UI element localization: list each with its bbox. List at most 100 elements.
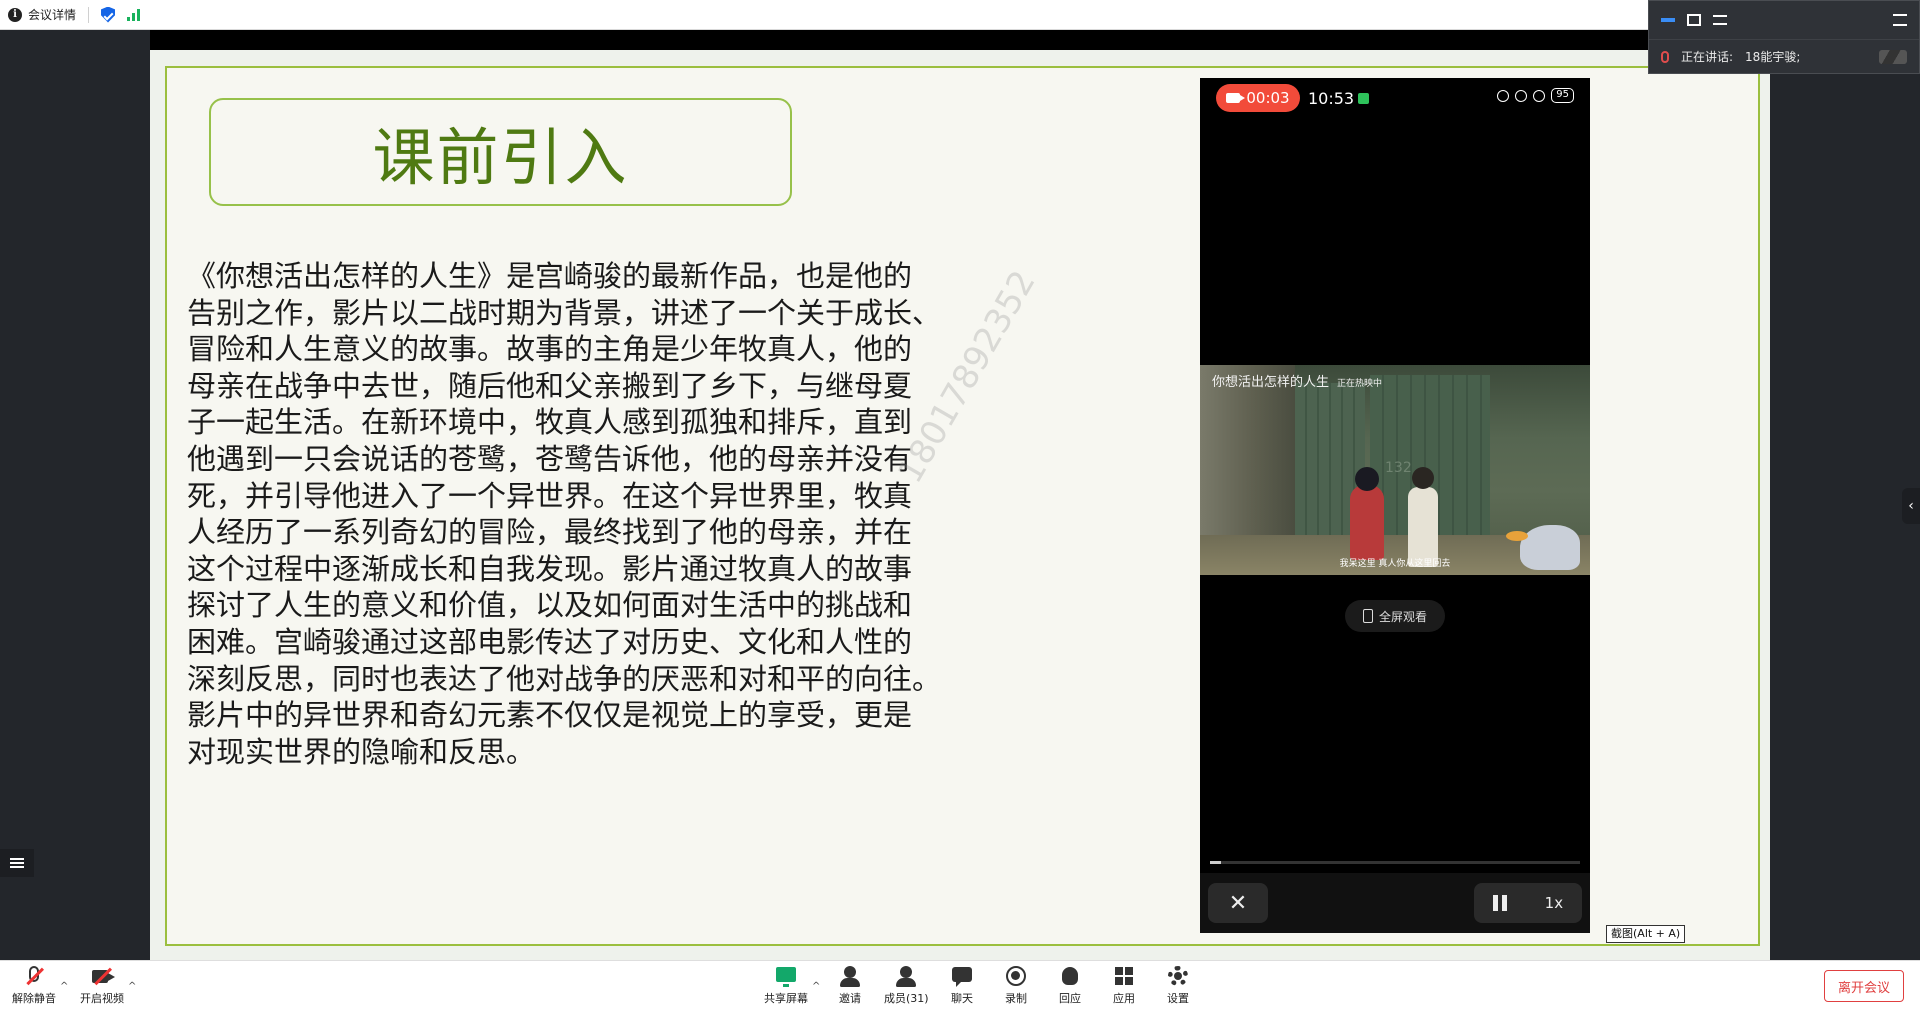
speaking-label: 正在讲话: [1681, 50, 1734, 64]
share-screen-button[interactable]: 共享屏幕 [764, 965, 808, 1006]
speaking-panel-header [1649, 1, 1919, 39]
close-icon: ✕ [1228, 890, 1248, 916]
members-button[interactable]: 成员(31) [884, 965, 929, 1006]
start-video-button[interactable]: 开启视频 [80, 965, 124, 1006]
invite-icon [838, 965, 862, 987]
slide-body-text: 《你想活出怎样的人生》是宫崎骏的最新作品，也是他的 告别之作，影片以二战时期为背… [187, 258, 987, 770]
slide-title: 课前引入 [372, 121, 629, 194]
leave-meeting-button[interactable]: 离开会议 [1824, 970, 1904, 1002]
record-label: 录制 [1005, 992, 1027, 1005]
window-icon[interactable] [1687, 14, 1701, 26]
react-label: 回应 [1059, 992, 1081, 1005]
share-screen-icon [774, 965, 798, 987]
movie-title: 你想活出怎样的人生 [1212, 375, 1330, 390]
video-progress-bar[interactable] [1210, 861, 1580, 864]
movie-subtitle: 我呆这里 真人你从这里回去 [1339, 559, 1451, 569]
phone-status-icons: 95 [1497, 88, 1574, 103]
chat-icon [950, 965, 974, 987]
chevron-left-icon: ‹ [1908, 498, 1914, 514]
slide-title-box: 课前引入 [209, 98, 792, 206]
share-label: 共享屏幕 [764, 992, 808, 1005]
fullscreen-label: 全屏观看 [1378, 609, 1427, 624]
record-icon [1004, 965, 1028, 987]
character-girl [1350, 467, 1384, 560]
meeting-toolbar: 解除静音 ^ 开启视频 ^ 共享屏幕 ^ 邀请 成员(31) 聊天 录制 回应 … [0, 960, 1920, 1012]
camera-off-icon [90, 965, 115, 987]
unmute-label: 解除静音 [12, 992, 56, 1005]
character-boy [1408, 467, 1438, 567]
react-button[interactable]: 回应 [1058, 965, 1082, 1006]
chat-label: 聊天 [951, 992, 973, 1005]
speaking-panel: 正在讲话: 18能宇骏; [1648, 0, 1920, 74]
apps-label: 应用 [1113, 992, 1135, 1005]
wifi-icon [1533, 89, 1546, 102]
rotate-phone-icon [1362, 609, 1373, 623]
minimize-icon[interactable] [1661, 18, 1675, 22]
recording-pill[interactable]: 00:03 [1216, 84, 1300, 112]
list-toggle[interactable] [0, 849, 34, 877]
movie-tag: 正在热映中 [1337, 379, 1383, 389]
close-video-button[interactable]: ✕ [1208, 883, 1268, 923]
mic-off-icon [22, 965, 46, 987]
video-progress-fill [1210, 861, 1222, 864]
playback-speed-button[interactable]: 1x [1545, 894, 1563, 912]
apps-button[interactable]: 应用 [1112, 965, 1136, 1006]
eye-icon [1497, 89, 1510, 102]
start-video-label: 开启视频 [80, 992, 124, 1005]
apps-grid-icon [1112, 965, 1136, 987]
list-icon [10, 858, 24, 868]
stage-top-band [150, 30, 1770, 50]
chat-button[interactable]: 聊天 [950, 965, 974, 1006]
network-signal-icon[interactable] [127, 8, 141, 21]
body-line: 深刻反思，同时也表达了他对战争的厌恶和对和平的向往。 [187, 661, 942, 696]
body-line: 人经历了一系列奇幻的冒险，最终找到了他的母亲，并在 [187, 515, 913, 550]
bluetooth-icon [1515, 89, 1528, 102]
door-number: 132 [1385, 460, 1412, 476]
settings-button[interactable]: 设置 [1166, 965, 1190, 1006]
body-line: 《你想活出怎样的人生》是宫崎骏的最新作品，也是他的 [187, 259, 913, 293]
record-button[interactable]: 录制 [1004, 965, 1028, 1006]
invite-button[interactable]: 邀请 [838, 965, 862, 1006]
meeting-details-link[interactable]: 会议详情 [28, 6, 76, 23]
speaker-name: 18能宇骏; [1745, 50, 1801, 64]
audio-options-chevron-icon[interactable]: ^ [60, 981, 68, 992]
divider [88, 6, 90, 23]
list-view-icon[interactable] [1713, 15, 1727, 25]
body-line: 死，并引导他进入了一个异世界。在这个异世界里，牧真 [187, 478, 913, 513]
share-options-chevron-icon[interactable]: ^ [812, 981, 820, 992]
video-record-icon [1226, 93, 1246, 103]
hand-icon [1058, 965, 1082, 987]
mic-muted-icon [1661, 50, 1669, 63]
body-line: 这个过程中逐渐成长和自我发现。影片通过牧真人的故事 [187, 551, 913, 586]
movie-frame[interactable]: 132 你想活出怎样的人生 正在热映中 我呆这里 真人你从这里回去 [1200, 365, 1590, 575]
video-options-chevron-icon[interactable]: ^ [128, 981, 136, 992]
movie-title-overlay: 你想活出怎样的人生 正在热映中 [1212, 371, 1382, 390]
speaker-avatar [1879, 49, 1907, 64]
pause-icon[interactable] [1492, 895, 1507, 911]
video-control-bar: ✕ 1x [1200, 873, 1590, 933]
playback-controls: 1x [1474, 883, 1582, 923]
body-line: 探讨了人生的意义和价值，以及如何面对生活中的挑战和 [187, 588, 913, 623]
members-label: 成员(31) [884, 992, 929, 1005]
unmute-button[interactable]: 解除静音 [12, 965, 56, 1006]
phone-clock: 10:53 [1308, 88, 1355, 108]
current-speaker-row: 正在讲话: 18能宇骏; [1649, 39, 1919, 73]
side-panel-toggle[interactable]: ‹ [1902, 488, 1920, 524]
members-icon [894, 965, 918, 987]
security-shield-icon[interactable] [101, 6, 116, 23]
phone-mirror: 00:03 10:53 95 132 你想活出怎样的人生 正在热映中 我呆这里 真… [1200, 78, 1590, 933]
body-line: 冒险和人生意义的故事。故事的主角是少年牧真人，他的 [187, 332, 913, 367]
info-icon[interactable]: i [8, 7, 22, 22]
fullscreen-watch-button[interactable]: 全屏观看 [1345, 600, 1445, 632]
meeting-meta: i 会议详情 [0, 6, 141, 23]
battery-icon: 95 [1551, 88, 1574, 103]
body-line: 他遇到一只会说话的苍鹭，苍鹭告诉他，他的母亲并没有 [187, 441, 913, 476]
settings-label: 设置 [1167, 992, 1189, 1005]
collapse-panel-icon[interactable] [1893, 14, 1907, 26]
gear-icon [1166, 965, 1190, 987]
screenshot-tooltip: 截图(Alt + A) [1606, 925, 1686, 943]
top-bar: i 会议详情 [0, 0, 1920, 30]
body-line: 影片中的异世界和奇幻元素不仅仅是视觉上的享受，更是 [187, 698, 913, 733]
body-line: 母亲在战争中去世，随后他和父亲搬到了乡下，与继母夏 [187, 368, 913, 403]
invite-label: 邀请 [839, 992, 861, 1005]
